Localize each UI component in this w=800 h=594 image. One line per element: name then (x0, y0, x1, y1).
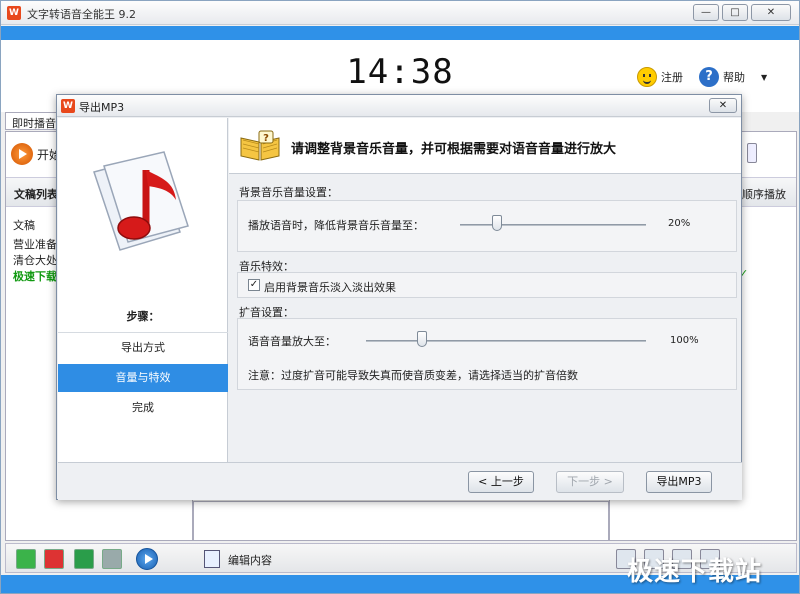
settings-panel: ? 请调整背景音乐音量，并可根据需要对语音音量进行放大 背景音乐音量设置： 播放… (229, 118, 741, 462)
step-finish[interactable]: 完成 (58, 394, 228, 422)
register-link[interactable]: 注册 (637, 67, 683, 87)
close-button[interactable]: ✕ (751, 4, 791, 21)
bgm-group-label: 背景音乐音量设置： (239, 186, 338, 199)
amp-group: 语音音量放大至： 100% 注意：过度扩音可能导致失真而使音质变差，请选择适当的… (237, 318, 737, 390)
title-bar: W 文字转语音全能王 9.2 — □ ✕ (1, 1, 799, 25)
next-step-button[interactable]: 下一步 > (556, 471, 624, 493)
amp-value: 100% (670, 335, 699, 346)
bgm-slider-thumb[interactable] (492, 215, 503, 231)
app-logo-icon: W (61, 99, 75, 113)
amp-slider-thumb[interactable] (417, 331, 427, 347)
prev-step-button[interactable]: < 上一步 (468, 471, 534, 493)
list-item[interactable]: 营业准备 (13, 236, 57, 252)
music-note-icon (93, 151, 189, 251)
dialog-close-button[interactable]: ✕ (709, 98, 737, 113)
instruction-banner: ? 请调整背景音乐音量，并可根据需要对语音音量进行放大 (229, 118, 741, 174)
step-export-method[interactable]: 导出方式 (58, 334, 228, 362)
play-icon (11, 143, 33, 165)
play-icon[interactable] (136, 548, 158, 570)
step-volume-effects[interactable]: 音量与特效 (58, 364, 228, 392)
content-panel (193, 501, 609, 541)
dialog-title-bar: W 导出MP3 ✕ (57, 95, 741, 117)
dialog-title: 导出MP3 (79, 101, 125, 114)
list-item[interactable]: 极速下载 (13, 268, 57, 284)
fade-label[interactable]: 启用背景音乐淡入淡出效果 (264, 279, 396, 295)
amp-note: 注意：过度扩音可能导致失真而使音质变差，请选择适当的扩音倍数 (248, 369, 578, 382)
bgm-row-label: 播放语音时，降低背景音乐音量至： (248, 219, 424, 232)
menu-dropdown-icon[interactable]: ▼ (761, 73, 767, 82)
steps-panel: 步骤： 导出方式 音量与特效 完成 (58, 118, 228, 462)
bgm-slider-track[interactable] (460, 224, 646, 226)
add-document-icon[interactable] (16, 549, 36, 569)
export-mp3-button[interactable]: 导出MP3 (646, 471, 712, 493)
fade-checkbox[interactable]: ✓ (248, 279, 260, 291)
minimize-button[interactable]: — (693, 4, 719, 21)
amp-row-label: 语音音量放大至： (248, 335, 336, 348)
help-icon: ? (699, 67, 719, 87)
document-column-header: 文稿 (13, 219, 35, 232)
amp-slider-track[interactable] (366, 340, 646, 342)
steps-label: 步骤： (126, 310, 160, 323)
export-mp3-dialog: W 导出MP3 ✕ 步骤： 导出方式 音量与特效 完成 ? 请调整背景音乐音量，… (56, 94, 742, 500)
help-label: 帮助 (723, 71, 745, 84)
top-band (1, 26, 799, 40)
list-item[interactable]: 清仓大处 (13, 252, 57, 268)
watermark: 极速下载站 (627, 557, 763, 587)
divider (58, 332, 228, 333)
bgm-group: 播放语音时，降低背景音乐音量至： 20% (237, 200, 737, 252)
maximize-button[interactable]: □ (722, 4, 748, 21)
app-logo-icon: W (7, 6, 21, 20)
app-title: 文字转语音全能王 9.2 (27, 8, 136, 21)
edit-icon[interactable] (204, 550, 220, 568)
volume-slider-thumb[interactable] (747, 143, 757, 163)
register-label: 注册 (661, 71, 683, 84)
help-link[interactable]: ? 帮助 (699, 67, 745, 87)
bgm-value: 20% (668, 218, 691, 229)
delete-document-icon[interactable] (44, 549, 64, 569)
edit-content-label[interactable]: 编辑内容 (228, 552, 272, 568)
instruction-text: 请调整背景音乐音量，并可根据需要对语音音量进行放大 (291, 142, 617, 157)
start-button[interactable]: 开始 (11, 143, 61, 165)
effects-group: ✓ 启用背景音乐淡入淡出效果 (237, 272, 737, 298)
smiley-icon (637, 67, 657, 87)
move-down-icon[interactable] (102, 549, 122, 569)
dialog-footer: < 上一步 下一步 > 导出MP3 (58, 462, 742, 500)
move-up-icon[interactable] (74, 549, 94, 569)
svg-text:?: ? (263, 133, 269, 144)
book-help-icon: ? (240, 130, 280, 161)
